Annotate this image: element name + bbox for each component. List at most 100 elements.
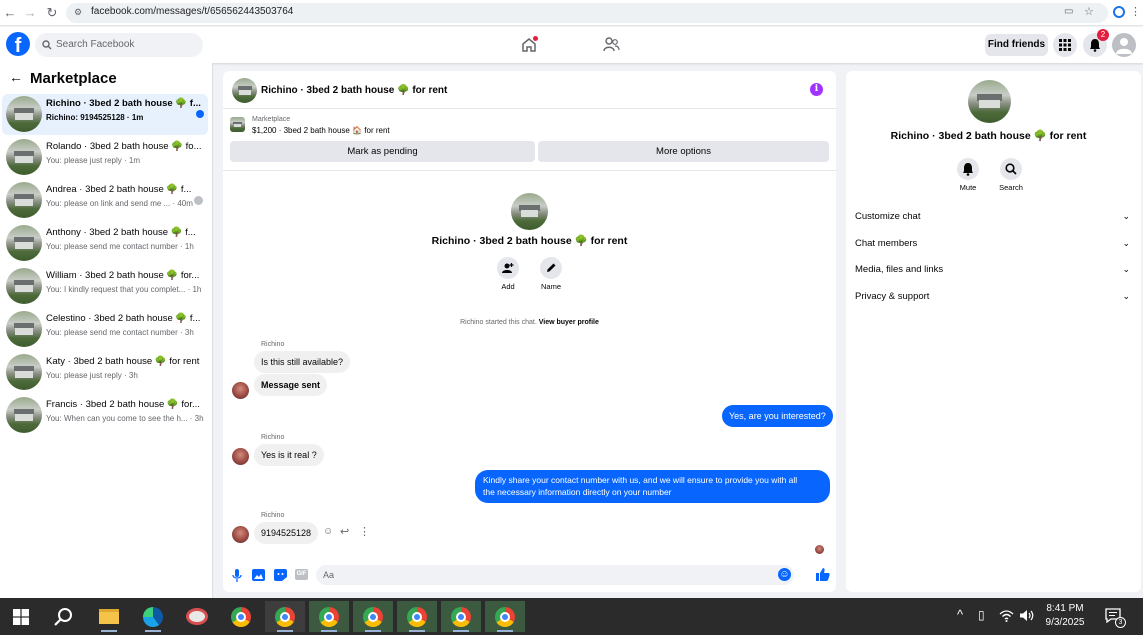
info-icon[interactable]: i	[810, 83, 823, 96]
facebook-logo[interactable]: f	[6, 32, 30, 56]
section-label: Chat members	[855, 238, 918, 249]
chat-panel: Richino · 3bed 2 bath house 🌳 for rent i…	[223, 71, 836, 592]
search-placeholder: Search Facebook	[56, 39, 135, 50]
message-bubble-incoming[interactable]: Message sent	[254, 374, 328, 396]
find-friends-button[interactable]: Find friends	[985, 34, 1048, 56]
customize-chat-section[interactable]: Customize chat ⌄	[855, 211, 1130, 222]
privacy-support-section[interactable]: Privacy & support ⌄	[855, 291, 1130, 302]
install-app-icon[interactable]: ▭	[1064, 6, 1073, 17]
microphone-icon[interactable]	[232, 569, 242, 582]
system-clock[interactable]: 8:41 PM 9/3/2025	[1040, 602, 1090, 630]
conversation-details-panel: Richino · 3bed 2 bath house 🌳 for rent M…	[846, 71, 1141, 592]
message-bubble-incoming[interactable]: Is this still available?	[254, 351, 351, 373]
chat-title[interactable]: Richino · 3bed 2 bath house 🌳 for rent	[261, 85, 447, 96]
more-actions-icon[interactable]: ⋮	[359, 525, 370, 538]
message-composer: GIF Aa ☺	[223, 562, 836, 592]
chrome-profile-taskbar-button[interactable]	[309, 601, 349, 632]
address-bar[interactable]: ⚙ facebook.com/messages/t/65656244350376…	[66, 3, 1108, 23]
chevron-down-icon: ⌄	[1122, 211, 1130, 221]
search-chat-button[interactable]	[1000, 158, 1022, 180]
conversation-item[interactable]: Francis · 3bed 2 bath house 🌳 for... You…	[2, 395, 208, 436]
conversation-item[interactable]: Richino · 3bed 2 bath house 🌳 f... Richi…	[2, 94, 208, 135]
wifi-icon[interactable]	[999, 609, 1014, 622]
forward-arrow-icon[interactable]: →	[22, 5, 38, 21]
sender-avatar[interactable]	[232, 382, 249, 399]
windows-start-icon[interactable]	[13, 609, 29, 625]
search-icon	[1005, 163, 1017, 175]
name-button[interactable]	[540, 257, 562, 279]
gif-icon[interactable]: GIF	[295, 569, 308, 580]
add-button[interactable]	[497, 257, 519, 279]
listing-bar: Marketplace $1,200 · 3bed 2 bath house 🏠…	[223, 109, 836, 171]
message-bubble-incoming[interactable]: Yes is it real ?	[254, 444, 324, 466]
site-settings-icon[interactable]: ⚙	[74, 7, 82, 18]
device-icon[interactable]: ▯	[978, 608, 985, 622]
conversation-preview: You: please just reply · 3h	[46, 371, 138, 380]
reload-icon[interactable]: ↻	[44, 5, 60, 21]
bookmark-star-icon[interactable]: ☆	[1084, 5, 1094, 18]
message-bubble-outgoing[interactable]: Yes, are you interested?	[722, 405, 833, 427]
chat-started-note: Richino started this chat. View buyer pr…	[223, 319, 836, 326]
chrome-icon	[319, 607, 339, 627]
profile-icon[interactable]	[1113, 6, 1125, 18]
section-label: Privacy & support	[855, 291, 930, 302]
chrome-profile-taskbar-button[interactable]	[353, 601, 393, 632]
conversation-item[interactable]: William · 3bed 2 bath house 🌳 for... You…	[2, 266, 208, 307]
listing-avatar	[6, 311, 42, 347]
edge-taskbar-button[interactable]	[133, 601, 173, 632]
chrome-profile-taskbar-button[interactable]	[485, 601, 525, 632]
message-bubble-outgoing[interactable]: Kindly share your contact number with us…	[475, 470, 830, 503]
search-input[interactable]: Search Facebook	[35, 33, 203, 57]
conversation-name: Andrea · 3bed 2 bath house 🌳 f...	[46, 184, 192, 195]
conversation-item[interactable]: Anthony · 3bed 2 bath house 🌳 f... You: …	[2, 223, 208, 264]
back-arrow-icon[interactable]: ←	[9, 69, 23, 85]
chevron-up-icon[interactable]: ^	[957, 607, 963, 622]
mute-button[interactable]	[957, 158, 979, 180]
menu-kebab-icon[interactable]: ⋮	[1130, 5, 1141, 18]
chrome-taskbar-button[interactable]	[221, 601, 261, 632]
speaker-icon[interactable]	[1019, 609, 1034, 622]
panel-title: Marketplace	[30, 70, 117, 87]
home-unread-dot	[533, 36, 538, 41]
conversation-item[interactable]: Rolando · 3bed 2 bath house 🌳 fo... You:…	[2, 137, 208, 178]
friends-icon[interactable]	[603, 37, 620, 52]
photo-icon[interactable]	[252, 569, 265, 581]
view-buyer-profile-link[interactable]: View buyer profile	[539, 319, 599, 326]
sender-avatar[interactable]	[232, 448, 249, 465]
file-explorer-taskbar-button[interactable]	[89, 601, 129, 632]
conversation-item[interactable]: Andrea · 3bed 2 bath house 🌳 f... You: p…	[2, 180, 208, 221]
chat-members-section[interactable]: Chat members ⌄	[855, 238, 1130, 249]
conversation-item[interactable]: Celestino · 3bed 2 bath house 🌳 f... You…	[2, 309, 208, 350]
details-avatar[interactable]	[968, 80, 1011, 123]
listing-thumbnail[interactable]	[230, 117, 245, 132]
sticker-icon[interactable]	[274, 569, 287, 581]
menu-button[interactable]	[1053, 33, 1077, 57]
section-label: Customize chat	[855, 211, 921, 222]
started-note-text: Richino started this chat.	[460, 319, 537, 326]
windows-taskbar: ^ ▯ 8:41 PM 9/3/2025 3	[0, 598, 1143, 635]
back-arrow-icon[interactable]: ←	[2, 5, 18, 21]
edge-icon	[143, 607, 163, 627]
paint-taskbar-button[interactable]	[177, 601, 217, 632]
media-files-links-section[interactable]: Media, files and links ⌄	[855, 264, 1130, 275]
conversation-item[interactable]: Katy · 3bed 2 bath house 🌳 for rent You:…	[2, 352, 208, 393]
conversation-name: Richino · 3bed 2 bath house 🌳 f...	[46, 98, 201, 109]
thumbs-up-icon[interactable]	[816, 567, 830, 581]
url-text: facebook.com/messages/t/656562443503764	[91, 6, 294, 17]
chrome-profile-taskbar-button[interactable]	[265, 601, 305, 632]
account-avatar[interactable]	[1112, 33, 1136, 57]
sender-avatar[interactable]	[232, 526, 249, 543]
react-emoji-icon[interactable]: ☺	[323, 526, 333, 537]
reply-icon[interactable]: ↩	[340, 525, 349, 538]
mark-as-pending-button[interactable]: Mark as pending	[230, 141, 535, 162]
more-options-button[interactable]: More options	[538, 141, 829, 162]
message-bubble-incoming[interactable]: 9194525128	[254, 522, 319, 544]
search-icon[interactable]	[54, 607, 74, 627]
profile-avatar[interactable]	[511, 193, 548, 230]
chrome-profile-taskbar-button[interactable]	[441, 601, 481, 632]
emoji-icon[interactable]: ☺	[778, 568, 791, 581]
listing-description[interactable]: $1,200 · 3bed 2 bath house 🏠 for rent	[252, 126, 390, 135]
message-input[interactable]: Aa ☺	[316, 565, 794, 585]
chat-avatar[interactable]	[232, 78, 257, 103]
chrome-profile-taskbar-button[interactable]	[397, 601, 437, 632]
